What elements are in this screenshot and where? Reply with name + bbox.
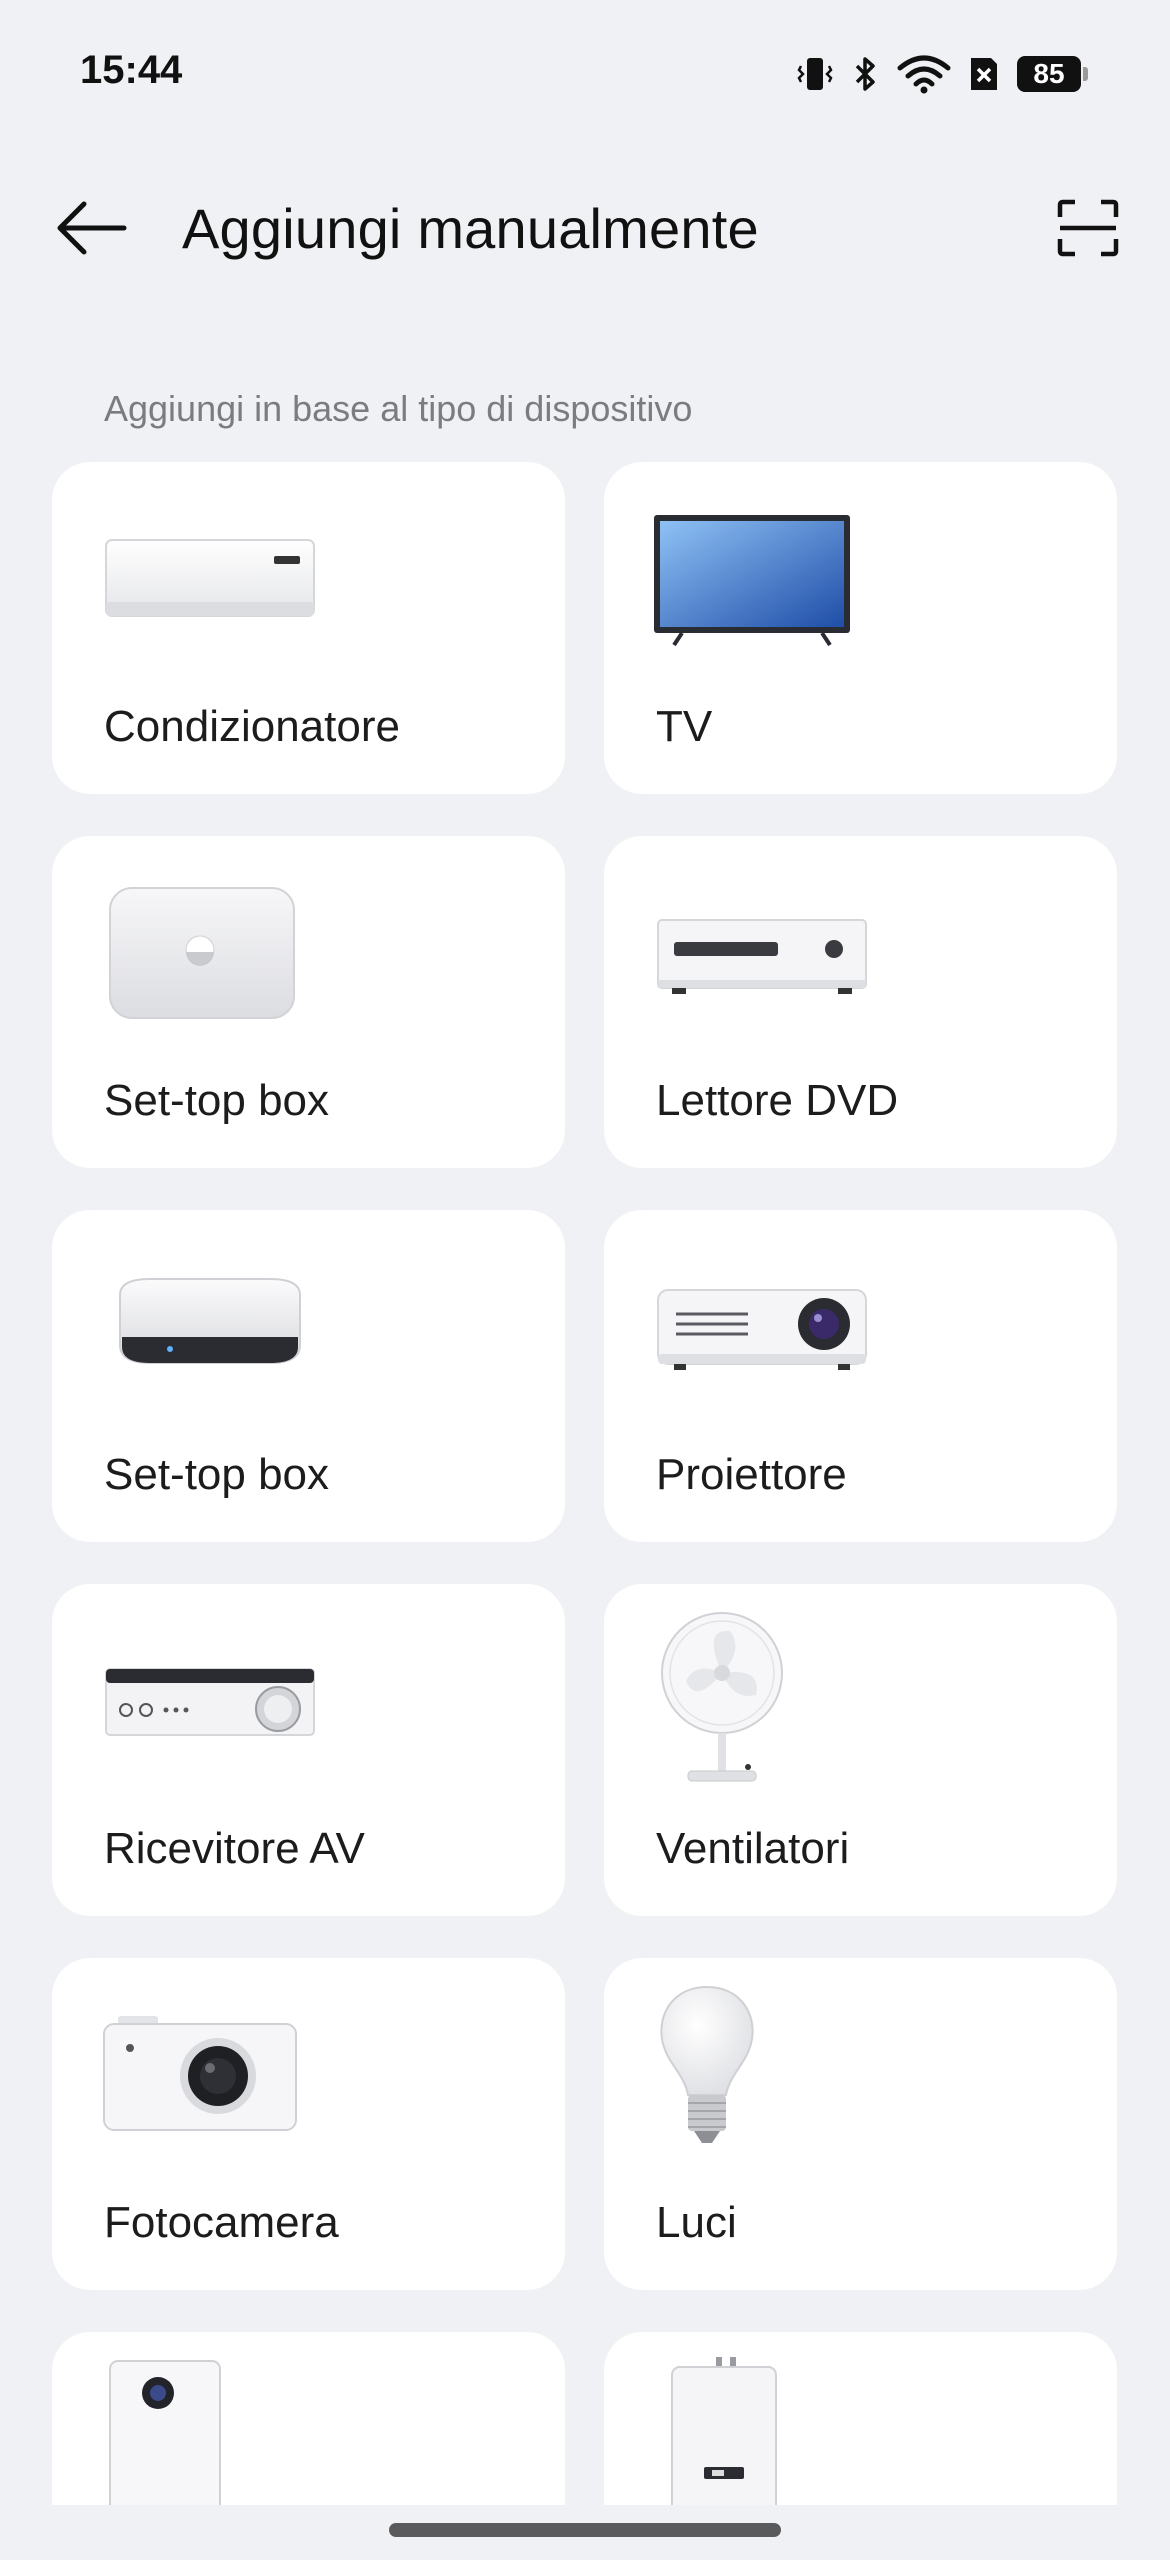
back-button[interactable] — [46, 192, 136, 268]
scan-icon — [1057, 199, 1119, 262]
fan-icon — [652, 1612, 892, 1782]
arrow-left-icon — [54, 198, 128, 263]
bluetooth-icon — [851, 54, 881, 94]
dvd-player-icon — [652, 876, 892, 1026]
device-label: Ventilatori — [656, 1824, 850, 1873]
wifi-icon — [897, 54, 951, 94]
projector-icon — [652, 1250, 892, 1400]
device-label: Set-top box — [104, 1450, 330, 1499]
device-card-av-receiver[interactable]: Ricevitore AV — [52, 1584, 565, 1916]
device-label: Luci — [656, 2198, 737, 2247]
status-icons: 85 — [795, 50, 1088, 98]
av-receiver-icon — [100, 1624, 340, 1774]
device-label: Lettore DVD — [656, 1076, 899, 1125]
status-bar: 15:44 85 — [0, 0, 1170, 140]
device-card-set-top-box-2[interactable]: Set-top box — [52, 1210, 565, 1542]
app-bar: Aggiungi manualmente — [0, 170, 1170, 290]
device-grid: Condizionatore TV Set-top box Lettore DV… — [52, 462, 1117, 2505]
device-card-air-conditioner[interactable]: Condizionatore — [52, 462, 565, 794]
light-bulb-icon — [652, 1985, 892, 2148]
device-card-water-heater[interactable] — [604, 2332, 1117, 2505]
device-label: Ricevitore AV — [104, 1824, 365, 1873]
device-list[interactable]: Condizionatore TV Set-top box Lettore DV… — [0, 462, 1170, 2505]
air-conditioner-icon — [100, 502, 340, 652]
no-sim-icon — [967, 54, 1001, 94]
camera-icon — [100, 1998, 340, 2148]
battery-level: 85 — [1017, 56, 1081, 92]
vibrate-icon — [795, 54, 835, 94]
device-label: Proiettore — [656, 1450, 847, 1499]
device-card-dvd-player[interactable]: Lettore DVD — [604, 836, 1117, 1168]
battery-icon: 85 — [1017, 56, 1088, 92]
set-top-box-round-icon — [100, 1250, 340, 1400]
water-heater-icon — [652, 2357, 892, 2505]
set-top-box-icon — [100, 876, 340, 1026]
device-label: Set-top box — [104, 1076, 330, 1125]
device-label: TV — [656, 702, 713, 751]
scan-button[interactable] — [1046, 188, 1130, 272]
device-label: Fotocamera — [104, 2198, 339, 2247]
section-label: Aggiungi in base al tipo di dispositivo — [104, 388, 693, 429]
tv-icon — [652, 502, 892, 652]
device-card-light[interactable]: Luci — [604, 1958, 1117, 2290]
page-title: Aggiungi manualmente — [182, 197, 759, 260]
device-card-tv[interactable]: TV — [604, 462, 1117, 794]
device-card-camera[interactable]: Fotocamera — [52, 1958, 565, 2290]
device-label: Condizionatore — [104, 702, 400, 751]
home-indicator[interactable] — [389, 2523, 781, 2537]
status-time: 15:44 — [80, 48, 183, 92]
device-card-air-purifier[interactable] — [52, 2332, 565, 2505]
device-card-set-top-box[interactable]: Set-top box — [52, 836, 565, 1168]
device-card-projector[interactable]: Proiettore — [604, 1210, 1117, 1542]
device-card-fan[interactable]: Ventilatori — [604, 1584, 1117, 1916]
air-purifier-icon — [100, 2360, 340, 2505]
